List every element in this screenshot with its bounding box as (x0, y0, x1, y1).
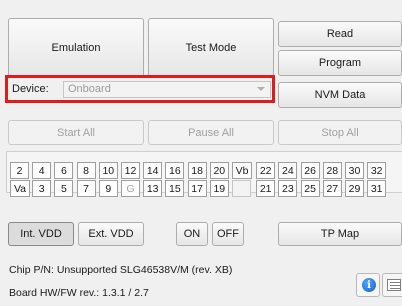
pin-empty (232, 180, 251, 197)
info-icon: i (362, 278, 376, 292)
ext-vdd-button[interactable]: Ext. VDD (78, 222, 144, 246)
pause-all-button[interactable]: Pause All (148, 120, 274, 145)
test-mode-button[interactable]: Test Mode (148, 18, 274, 78)
pause-all-label: Pause All (188, 126, 234, 139)
pin-24[interactable]: 24 (278, 162, 298, 179)
device-select-value: Onboard (68, 83, 111, 95)
program-button[interactable]: Program (278, 50, 402, 76)
pin-18[interactable]: 18 (187, 162, 207, 179)
pin-32[interactable]: 32 (367, 162, 387, 179)
chip-info: Chip P/N: Unsupported SLG46538V/M (rev. … (9, 264, 233, 276)
stop-all-button[interactable]: Stop All (278, 120, 402, 145)
board-info: Board HW/FW rev.: 1.3.1 / 2.7 (9, 287, 149, 299)
read-button[interactable]: Read (278, 21, 402, 47)
pin-19[interactable]: 19 (209, 180, 229, 197)
pin-16[interactable]: 16 (165, 162, 185, 179)
emulation-label: Emulation (51, 42, 101, 54)
pin-31[interactable]: 31 (367, 180, 387, 197)
pin-26[interactable]: 26 (300, 162, 320, 179)
pin-12[interactable]: 12 (121, 162, 140, 179)
pin-g[interactable]: G (121, 180, 140, 197)
pin-7[interactable]: 7 (76, 180, 96, 197)
off-label: OFF (217, 228, 239, 240)
device-label: Device: (12, 83, 49, 95)
device-select[interactable]: Onboard (63, 81, 271, 98)
pin-22[interactable]: 22 (256, 162, 276, 179)
tp-map-button[interactable]: TP Map (278, 222, 402, 246)
pin-5[interactable]: 5 (54, 180, 74, 197)
start-all-label: Start All (57, 126, 95, 139)
pin-4[interactable]: 4 (32, 162, 52, 179)
chevron-down-icon (257, 87, 265, 91)
pin-20[interactable]: 20 (209, 162, 229, 179)
pin-3[interactable]: 3 (32, 180, 52, 197)
tp-map-label: TP Map (320, 228, 360, 240)
read-label: Read (326, 28, 354, 40)
start-all-button[interactable]: Start All (8, 120, 144, 145)
pin-13[interactable]: 13 (143, 180, 163, 197)
test-mode-label: Test Mode (185, 42, 237, 54)
pin-15[interactable]: 15 (165, 180, 185, 197)
pin-27[interactable]: 27 (322, 180, 342, 197)
nvm-data-button[interactable]: NVM Data (278, 82, 402, 108)
on-label: ON (183, 228, 201, 240)
pin-21[interactable]: 21 (256, 180, 276, 197)
pin-25[interactable]: 25 (300, 180, 320, 197)
on-button[interactable]: ON (176, 222, 208, 246)
pin-17[interactable]: 17 (187, 180, 207, 197)
stop-all-label: Stop All (321, 126, 359, 139)
pin-28[interactable]: 28 (322, 162, 342, 179)
emulation-button[interactable]: Emulation (8, 18, 144, 78)
pin-va[interactable]: Va (10, 180, 30, 197)
log-icon (387, 279, 401, 291)
int-vdd-button[interactable]: Int. VDD (8, 222, 74, 246)
pin-14[interactable]: 14 (143, 162, 163, 179)
pin-10[interactable]: 10 (98, 162, 118, 179)
pin-29[interactable]: 29 (345, 180, 364, 197)
pin-6[interactable]: 6 (54, 162, 74, 179)
nvm-data-label: NVM Data (314, 89, 366, 101)
pin-9[interactable]: 9 (98, 180, 118, 197)
off-button[interactable]: OFF (212, 222, 244, 246)
pin-2[interactable]: 2 (10, 162, 29, 179)
int-vdd-label: Int. VDD (20, 228, 62, 240)
pin-30[interactable]: 30 (345, 162, 364, 179)
pin-vb[interactable]: Vb (232, 162, 252, 179)
ext-vdd-label: Ext. VDD (88, 228, 134, 240)
pin-8[interactable]: 8 (76, 162, 96, 179)
pin-23[interactable]: 23 (278, 180, 298, 197)
program-label: Program (318, 57, 362, 69)
